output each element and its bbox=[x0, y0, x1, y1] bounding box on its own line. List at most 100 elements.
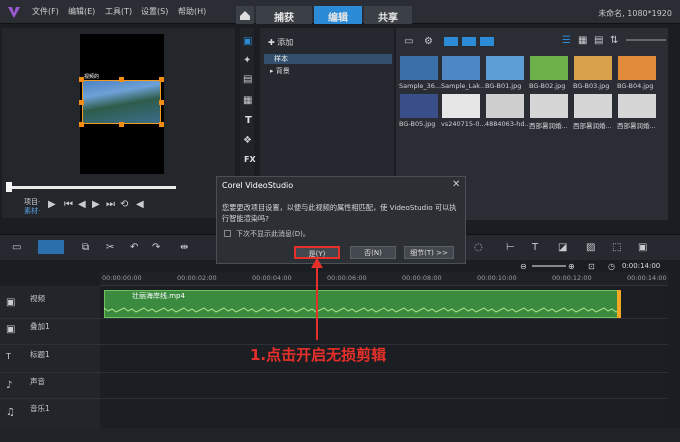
transition-icon[interactable]: ▤ bbox=[243, 74, 252, 85]
filter-image-icon[interactable] bbox=[462, 37, 476, 46]
title-icon[interactable]: T bbox=[245, 115, 252, 126]
library-thumb[interactable] bbox=[530, 94, 568, 118]
undo-icon[interactable]: ↶ bbox=[130, 242, 138, 253]
skip-start-icon[interactable]: ⏮ bbox=[64, 199, 73, 210]
repeat-icon[interactable]: ⟲ bbox=[120, 199, 128, 210]
dont-show-checkbox[interactable] bbox=[224, 230, 231, 237]
folder-icon[interactable]: ▭ bbox=[404, 36, 413, 47]
clip-label[interactable]: 素材· bbox=[24, 206, 40, 216]
home-tab[interactable] bbox=[236, 6, 254, 24]
library-thumb[interactable] bbox=[400, 94, 438, 118]
track-video[interactable]: 视频 bbox=[30, 293, 45, 304]
preview-clip[interactable] bbox=[82, 80, 161, 124]
resize-handle[interactable] bbox=[159, 77, 164, 82]
motion-icon[interactable]: ◌ bbox=[474, 242, 483, 253]
settings-icon[interactable]: ⚙ bbox=[424, 36, 433, 47]
zoom-in-icon[interactable]: ⊕ bbox=[568, 262, 575, 271]
image-icon[interactable]: ▦ bbox=[243, 95, 252, 106]
ruler-tick-label: 00:00:08:00 bbox=[402, 274, 442, 282]
detail-view-icon[interactable]: ▤ bbox=[594, 35, 603, 46]
zoom-slider[interactable] bbox=[532, 265, 566, 267]
mask-icon[interactable]: ◪ bbox=[558, 242, 567, 253]
resize-handle[interactable] bbox=[79, 122, 84, 127]
sort-icon[interactable]: ⇅ bbox=[610, 35, 618, 46]
library-thumb[interactable] bbox=[442, 94, 480, 118]
dont-show-label[interactable]: 下次不显示此消息(D)。 bbox=[236, 229, 310, 239]
scissors-icon[interactable]: ✂ bbox=[106, 242, 114, 253]
annotation-text: 1.点击开启无损剪辑 bbox=[250, 346, 387, 364]
no-button[interactable]: 否(N) bbox=[350, 246, 396, 259]
timeline-view-icon[interactable] bbox=[38, 240, 64, 254]
filter-audio-icon[interactable] bbox=[480, 37, 494, 46]
track-music1[interactable]: 音乐1 bbox=[30, 403, 50, 414]
instant-project-icon[interactable]: ✦ bbox=[243, 55, 251, 66]
library-thumb[interactable] bbox=[530, 56, 568, 80]
waveform-path bbox=[104, 307, 620, 313]
library-thumb[interactable] bbox=[618, 94, 656, 118]
track-title1[interactable]: 标题1 bbox=[30, 349, 50, 360]
scrub-bar[interactable] bbox=[8, 186, 176, 189]
media-icon[interactable]: ▣ bbox=[243, 36, 252, 47]
menu-edit[interactable]: 编辑(E) bbox=[68, 6, 95, 17]
prev-frame-icon[interactable]: ◀ bbox=[78, 199, 86, 210]
library-thumb[interactable] bbox=[486, 94, 524, 118]
library-thumb[interactable] bbox=[442, 56, 480, 80]
clip-caption: 视频的 bbox=[84, 74, 100, 80]
library-thumb[interactable] bbox=[400, 56, 438, 80]
bottom-scroll-bar[interactable] bbox=[0, 428, 680, 442]
thumb-label: BG-B03.jpg bbox=[573, 82, 610, 90]
folder-sample[interactable]: 样本 bbox=[264, 54, 392, 64]
graphic-icon[interactable]: ❖ bbox=[243, 135, 252, 146]
detail-button[interactable]: 细节(T) >> bbox=[404, 246, 454, 259]
track-voice[interactable]: 声音 bbox=[30, 376, 45, 387]
resize-handle[interactable] bbox=[159, 100, 164, 105]
play-icon[interactable]: ▶ bbox=[48, 199, 56, 210]
filter-video-icon[interactable] bbox=[444, 37, 458, 46]
fit-project-icon[interactable]: ⊡ bbox=[588, 262, 595, 271]
menu-help[interactable]: 帮助(H) bbox=[178, 6, 206, 17]
track-overlay1[interactable]: 叠加1 bbox=[30, 321, 50, 332]
menu-file[interactable]: 文件(F) bbox=[32, 6, 59, 17]
menu-settings[interactable]: 设置(S) bbox=[141, 6, 168, 17]
home-icon bbox=[240, 11, 250, 20]
skip-end-icon[interactable]: ⏭ bbox=[106, 199, 115, 210]
crop-icon[interactable]: ⬚ bbox=[612, 242, 621, 253]
thumb-size-slider[interactable] bbox=[626, 39, 666, 41]
color-icon[interactable]: ▨ bbox=[586, 242, 595, 253]
copy-icon[interactable]: ⧉ bbox=[82, 242, 89, 253]
text-icon[interactable]: T bbox=[532, 242, 538, 253]
add-button[interactable]: ✚ 添加 bbox=[268, 37, 293, 48]
list-view-icon[interactable]: ☰ bbox=[562, 35, 571, 46]
grid-view-icon[interactable]: ▦ bbox=[578, 35, 587, 46]
library-thumb[interactable] bbox=[618, 56, 656, 80]
tab-capture[interactable]: 捕获 bbox=[256, 6, 312, 24]
resize-handle[interactable] bbox=[79, 100, 84, 105]
resize-handle[interactable] bbox=[159, 122, 164, 127]
library-thumb[interactable] bbox=[574, 94, 612, 118]
ruler-tick-label: 00:00:10:00 bbox=[477, 274, 517, 282]
zoom-out-icon[interactable]: ⊖ bbox=[520, 262, 527, 271]
clock-icon[interactable]: ◷ bbox=[608, 262, 615, 271]
menu-tools[interactable]: 工具(T) bbox=[105, 6, 132, 17]
resize-handle[interactable] bbox=[119, 77, 124, 82]
volume-icon[interactable]: ◀ bbox=[136, 199, 144, 210]
scrub-knob[interactable] bbox=[6, 182, 12, 192]
split-icon[interactable]: ⊢ bbox=[506, 242, 515, 253]
fit-icon[interactable]: ⇹ bbox=[180, 242, 188, 253]
redo-icon[interactable]: ↷ bbox=[152, 242, 160, 253]
tab-edit[interactable]: 编辑 bbox=[314, 6, 362, 24]
library-thumb[interactable] bbox=[486, 56, 524, 80]
close-icon[interactable]: ✕ bbox=[452, 179, 460, 190]
library-thumb[interactable] bbox=[574, 56, 612, 80]
resize-handle[interactable] bbox=[79, 77, 84, 82]
folder-label: 背景 bbox=[275, 67, 290, 75]
fx-icon[interactable]: FX bbox=[244, 155, 256, 164]
clip-end-marker[interactable] bbox=[617, 290, 621, 318]
storyboard-view-icon[interactable]: ▭ bbox=[12, 242, 21, 253]
next-frame-icon[interactable]: ▶ bbox=[92, 199, 100, 210]
folder-background[interactable]: ▸ 背景 bbox=[270, 66, 290, 76]
record-icon[interactable]: ▣ bbox=[638, 242, 647, 253]
thumb-label: 西部暑润婚... bbox=[573, 122, 612, 130]
tab-share[interactable]: 共享 bbox=[364, 6, 412, 24]
resize-handle[interactable] bbox=[119, 122, 124, 127]
